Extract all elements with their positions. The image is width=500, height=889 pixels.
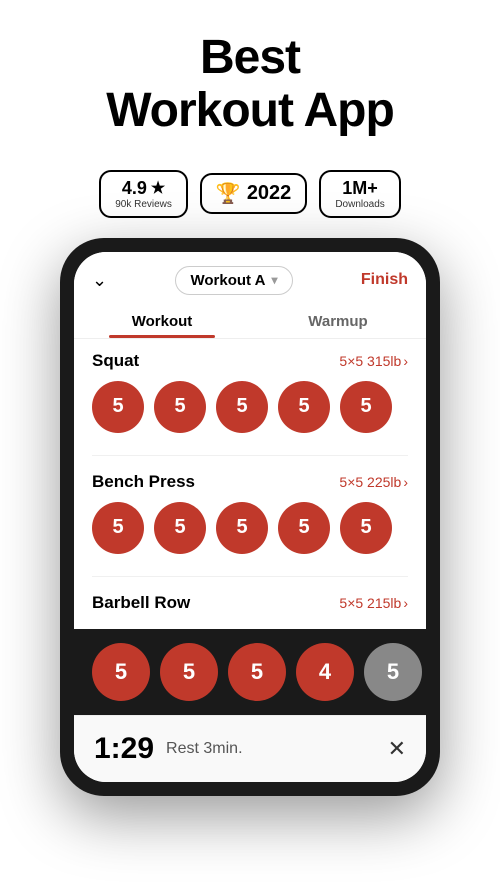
bench-press-section: Bench Press 5×5 225lb › 5 5 5 5 5 <box>74 460 426 572</box>
timer-label: Rest 3min. <box>166 740 242 758</box>
phone-screen: ⌄ Workout A ▾ Finish Workout Warmup <box>74 252 426 782</box>
barbell-set-2[interactable]: 5 <box>160 643 218 701</box>
barbell-set-3[interactable]: 5 <box>228 643 286 701</box>
barbell-name: Barbell Row <box>92 593 190 613</box>
badges-row: 4.9★ 90k Reviews 🏆 2022 1M+ Downloads <box>99 170 401 218</box>
award-year: 2022 <box>247 182 292 205</box>
barbell-set-1[interactable]: 5 <box>92 643 150 701</box>
barbell-row-section: Barbell Row 5×5 215lb › <box>74 581 426 629</box>
award-badge: 🏆 2022 <box>200 173 307 214</box>
active-set-bar: 5 5 5 4 5 <box>74 629 426 715</box>
bench-sets: 5 5 5 5 5 <box>92 502 408 554</box>
title-line1: Best <box>200 31 300 84</box>
barbell-set-5[interactable]: 5 <box>364 643 422 701</box>
workout-name-pill[interactable]: Workout A ▾ <box>175 266 292 295</box>
squat-info[interactable]: 5×5 315lb › <box>339 353 408 369</box>
rating-value: 4.9★ <box>122 178 165 199</box>
tab-workout[interactable]: Workout <box>74 303 250 338</box>
squat-set-4[interactable]: 5 <box>278 381 330 433</box>
bench-set-3[interactable]: 5 <box>216 502 268 554</box>
squat-sets: 5 5 5 5 5 <box>92 381 408 433</box>
app-title: Best Workout App <box>24 32 476 138</box>
rest-timer-bar: 1:29 Rest 3min. ✕ <box>74 715 426 782</box>
divider-1 <box>92 455 408 456</box>
bench-info[interactable]: 5×5 225lb › <box>339 474 408 490</box>
bench-arrow-icon: › <box>403 474 408 490</box>
squat-set-2[interactable]: 5 <box>154 381 206 433</box>
star-icon: ★ <box>151 178 165 198</box>
barbell-header: Barbell Row 5×5 215lb › <box>92 593 408 613</box>
squat-set-1[interactable]: 5 <box>92 381 144 433</box>
divider-2 <box>92 576 408 577</box>
phone-frame: ⌄ Workout A ▾ Finish Workout Warmup <box>60 238 440 796</box>
title-line2: Workout App <box>106 84 394 137</box>
bench-header: Bench Press 5×5 225lb › <box>92 472 408 492</box>
tab-warmup[interactable]: Warmup <box>250 303 426 338</box>
squat-set-5[interactable]: 5 <box>340 381 392 433</box>
squat-name: Squat <box>92 351 139 371</box>
app-header: ⌄ Workout A ▾ Finish <box>74 252 426 303</box>
bench-name: Bench Press <box>92 472 195 492</box>
finish-button[interactable]: Finish <box>361 271 408 289</box>
squat-set-3[interactable]: 5 <box>216 381 268 433</box>
chevron-down-icon[interactable]: ⌄ <box>92 270 107 291</box>
trophy-icon: 🏆 <box>216 181 241 206</box>
squat-header: Squat 5×5 315lb › <box>92 351 408 371</box>
tabs-bar: Workout Warmup <box>74 303 426 339</box>
rating-sub: 90k Reviews <box>115 199 172 210</box>
close-timer-button[interactable]: ✕ <box>388 736 406 762</box>
downloads-value: 1M+ <box>342 178 378 199</box>
barbell-arrow-icon: › <box>403 595 408 611</box>
barbell-set-4[interactable]: 4 <box>296 643 354 701</box>
header-section: Best Workout App <box>0 0 500 154</box>
dropdown-arrow-icon: ▾ <box>271 273 277 287</box>
squat-section: Squat 5×5 315lb › 5 5 5 5 5 <box>74 339 426 451</box>
award-value: 🏆 2022 <box>216 181 291 206</box>
barbell-info[interactable]: 5×5 215lb › <box>339 595 408 611</box>
downloads-sub: Downloads <box>335 199 384 210</box>
bench-set-4[interactable]: 5 <box>278 502 330 554</box>
timer-display: 1:29 <box>94 732 154 766</box>
workout-name-label: Workout A <box>190 272 265 289</box>
bench-set-5[interactable]: 5 <box>340 502 392 554</box>
barbell-sets: 5 5 5 4 5 <box>92 643 408 701</box>
squat-arrow-icon: › <box>403 353 408 369</box>
rating-badge: 4.9★ 90k Reviews <box>99 170 188 218</box>
bench-set-2[interactable]: 5 <box>154 502 206 554</box>
downloads-badge: 1M+ Downloads <box>319 170 400 218</box>
phone-wrapper: ⌄ Workout A ▾ Finish Workout Warmup <box>40 238 460 796</box>
bench-set-1[interactable]: 5 <box>92 502 144 554</box>
timer-left: 1:29 Rest 3min. <box>94 732 243 766</box>
